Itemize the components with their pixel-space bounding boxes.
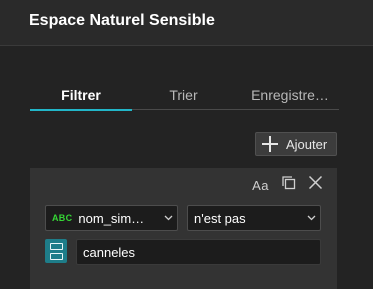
plus-icon (262, 136, 278, 152)
add-filter-button[interactable]: Ajouter (255, 132, 337, 156)
add-filter-label: Ajouter (286, 136, 328, 152)
chevron-down-icon (159, 212, 177, 224)
chevron-down-icon (302, 212, 320, 224)
panel-title: Espace Naturel Sensible (29, 12, 215, 29)
case-sensitive-icon[interactable]: Aa (252, 178, 269, 193)
list-icon-top (49, 242, 63, 250)
field-select[interactable]: ABC nom_sim… (45, 205, 178, 231)
close-icon[interactable] (308, 175, 323, 195)
filter-card-tools: Aa (240, 175, 323, 195)
tab-filter[interactable]: Filtrer (30, 80, 132, 111)
filter-panel: Espace Naturel Sensible Filtrer Trier En… (0, 0, 373, 289)
operator-select[interactable]: n'est pas (187, 205, 321, 231)
list-icon-bottom (49, 252, 63, 260)
copy-icon[interactable] (281, 175, 296, 195)
string-type-icon: ABC (52, 213, 73, 223)
filter-value-input[interactable] (76, 239, 321, 265)
tab-bar: Filtrer Trier Enregistre… (30, 80, 339, 111)
tab-save[interactable]: Enregistre… (235, 80, 339, 110)
value-type-button[interactable] (45, 239, 67, 263)
panel-header: Espace Naturel Sensible (0, 0, 373, 46)
field-select-value: nom_sim… (78, 210, 145, 226)
operator-select-value: n'est pas (194, 210, 246, 226)
filter-card: Aa ABC nom_sim… n'est pas (30, 168, 337, 289)
tab-sort[interactable]: Trier (132, 80, 235, 110)
